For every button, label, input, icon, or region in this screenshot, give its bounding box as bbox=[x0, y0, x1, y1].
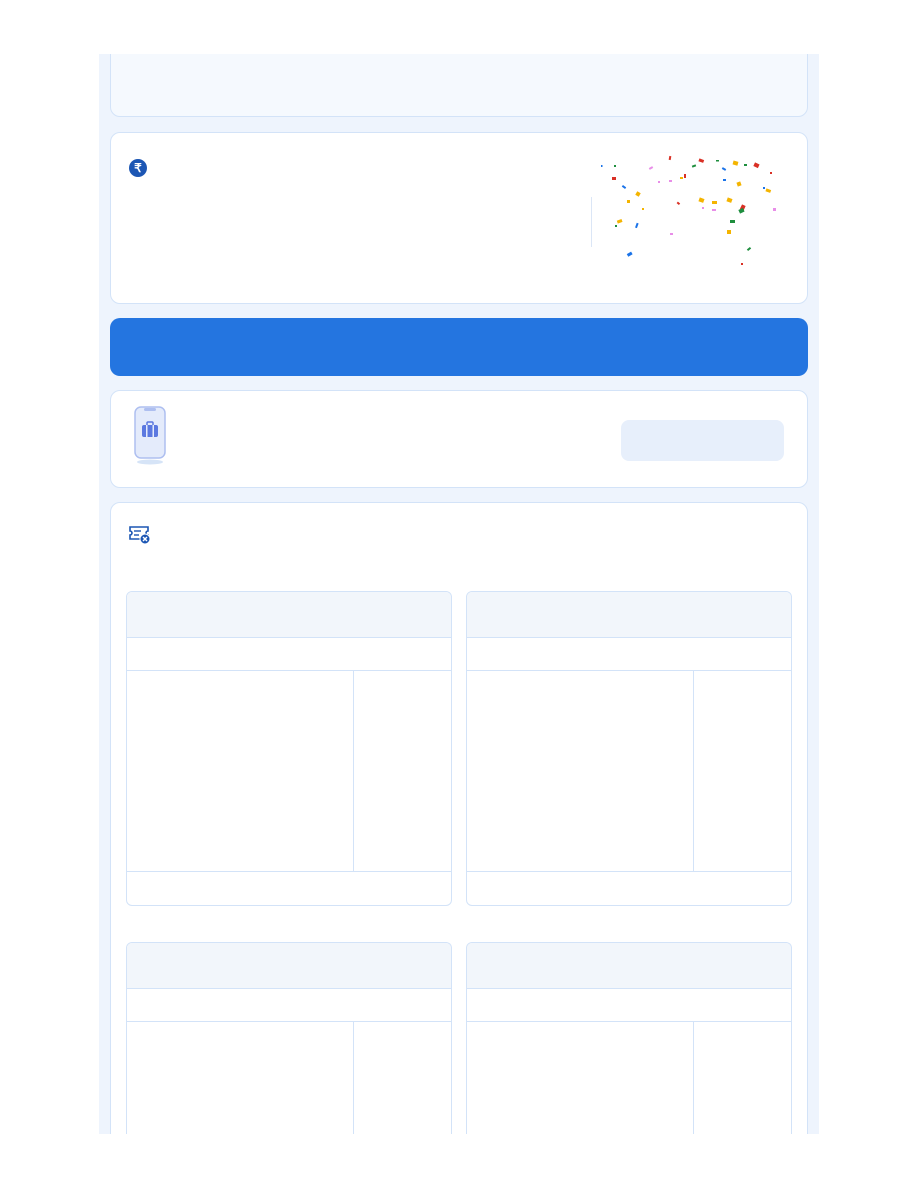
policy-subheader bbox=[467, 989, 791, 1022]
download-app-button[interactable] bbox=[621, 420, 784, 461]
phone-suitcase-icon bbox=[134, 406, 166, 465]
policy-cell-left bbox=[467, 671, 694, 871]
page-container: ₹ bbox=[99, 54, 819, 1134]
policy-header bbox=[467, 592, 791, 638]
refund-card: ₹ bbox=[110, 132, 808, 304]
app-download-card bbox=[110, 390, 808, 488]
policy-header bbox=[467, 943, 791, 989]
cancellation-policy-card bbox=[110, 502, 808, 1134]
policy-table bbox=[466, 591, 792, 906]
top-info-card bbox=[110, 54, 808, 117]
policy-table bbox=[126, 591, 452, 906]
policy-table bbox=[126, 942, 452, 1134]
policy-cell-right bbox=[694, 671, 791, 871]
policy-cell-right bbox=[354, 671, 451, 871]
policy-subheader bbox=[127, 638, 451, 671]
policy-cell-left bbox=[127, 671, 354, 871]
policy-cell-right bbox=[354, 1022, 451, 1134]
policy-header bbox=[127, 592, 451, 638]
promo-banner[interactable] bbox=[110, 318, 808, 376]
policy-footer bbox=[467, 871, 791, 905]
vertical-divider bbox=[591, 197, 592, 247]
policy-subheader bbox=[467, 638, 791, 671]
confetti-illustration bbox=[601, 155, 776, 265]
policy-subheader bbox=[127, 989, 451, 1022]
policy-cell-right bbox=[694, 1022, 791, 1134]
policy-table bbox=[466, 942, 792, 1134]
policy-footer bbox=[127, 871, 451, 905]
policy-header bbox=[127, 943, 451, 989]
policy-cell-left bbox=[467, 1022, 694, 1134]
ticket-cancel-icon bbox=[129, 526, 151, 545]
rupee-icon: ₹ bbox=[129, 159, 147, 177]
policy-cell-left bbox=[127, 1022, 354, 1134]
